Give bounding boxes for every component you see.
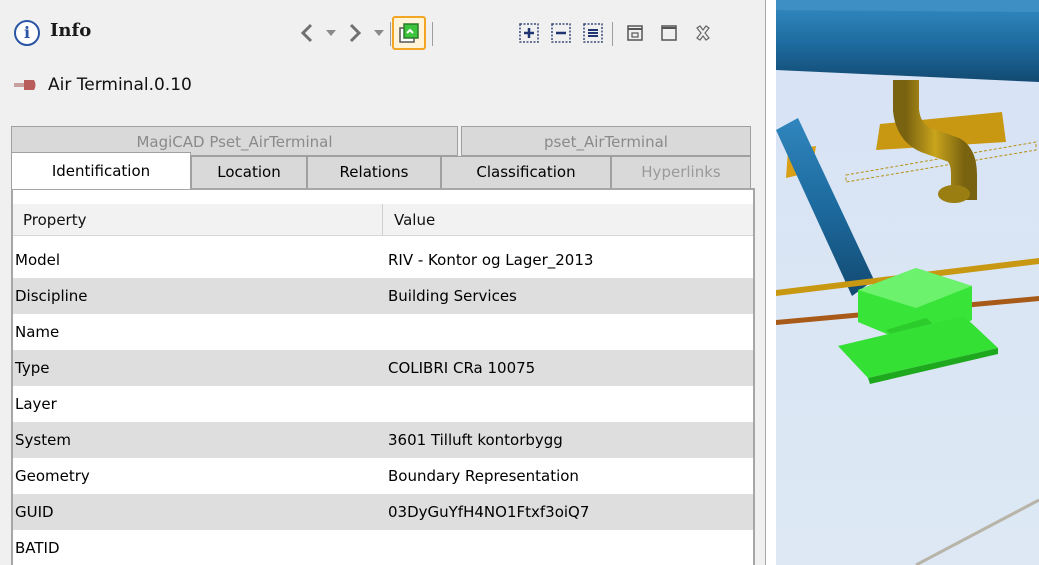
object-name: Air Terminal.0.10 (48, 75, 192, 95)
table-row[interactable]: BATID (13, 530, 753, 565)
tab-relations[interactable]: Relations (307, 156, 441, 188)
restore-icon (627, 25, 643, 41)
caret-down-icon (374, 30, 384, 36)
expand-all-button[interactable] (516, 18, 542, 48)
panel-title: Info (50, 20, 92, 41)
toolbar-separator (390, 22, 391, 46)
collapse-all-icon (551, 23, 571, 43)
tab-hyperlinks: Hyperlinks (611, 156, 751, 188)
column-header-property[interactable]: Property (13, 204, 383, 236)
table-row[interactable]: Name (13, 314, 753, 350)
3d-viewport[interactable] (776, 0, 1039, 565)
property-cell: System (15, 431, 71, 449)
property-cell: Discipline (15, 287, 88, 305)
tab-location[interactable]: Location (191, 156, 307, 188)
table-row[interactable]: Layer (13, 386, 753, 422)
property-cell: GUID (15, 503, 54, 521)
value-cell (388, 314, 748, 350)
forward-history-dropdown[interactable] (370, 18, 388, 48)
table-row[interactable]: Geometry Boundary Representation (13, 458, 753, 494)
info-icon: i (14, 20, 40, 46)
sync-selection-button[interactable] (392, 16, 426, 50)
value-cell: Boundary Representation (388, 467, 579, 485)
property-cell: Type (15, 359, 50, 377)
info-panel: i Info Air Terminal.0.10 MagiCAD Pset_Ai… (0, 0, 766, 565)
chevron-left-icon (300, 23, 313, 43)
expand-all-icon (519, 23, 539, 43)
value-cell: COLIBRI CRa 10075 (388, 359, 536, 377)
restore-button[interactable] (622, 18, 648, 48)
selected-object: Air Terminal.0.10 (14, 74, 192, 96)
main-duct[interactable] (776, 8, 1039, 82)
maximize-icon (661, 25, 677, 41)
table-row[interactable]: System 3601 Tilluft kontorbygg (13, 422, 753, 458)
back-button[interactable] (294, 18, 320, 48)
close-button[interactable] (690, 18, 716, 48)
property-cell: Name (15, 323, 60, 341)
value-cell (388, 530, 748, 565)
property-cell: Model (15, 251, 61, 269)
value-cell: 03DyGuYfH4NO1Ftxf3oiQ7 (388, 503, 590, 521)
value-cell (388, 386, 748, 422)
toolbar-separator (612, 22, 613, 46)
toolbar-separator (432, 22, 433, 46)
back-history-dropdown[interactable] (322, 18, 340, 48)
property-grid: Property Value Model RIV - Kontor og Lag… (11, 188, 755, 565)
list-view-button[interactable] (580, 18, 606, 48)
panel-titlebar: i Info (0, 0, 766, 68)
chevron-right-icon (349, 23, 362, 43)
table-row[interactable]: Discipline Building Services (13, 278, 753, 314)
table-row[interactable]: Type COLIBRI CRa 10075 (13, 350, 753, 386)
property-cell: Geometry (15, 467, 90, 485)
property-cell: BATID (15, 539, 60, 557)
sync-selection-icon (399, 23, 419, 43)
model-view-graphic (776, 0, 1039, 565)
table-row[interactable]: GUID 03DyGuYfH4NO1Ftxf3oiQ7 (13, 494, 753, 530)
value-cell: Building Services (388, 287, 517, 305)
value-cell: 3601 Tilluft kontorbygg (388, 431, 563, 449)
table-row[interactable]: Model RIV - Kontor og Lager_2013 (13, 242, 753, 278)
tab-identification[interactable]: Identification (11, 152, 191, 189)
property-cell: Layer (15, 395, 57, 413)
tab-classification[interactable]: Classification (441, 156, 611, 188)
maximize-button[interactable] (656, 18, 682, 48)
column-header-value[interactable]: Value (384, 204, 751, 236)
forward-button[interactable] (342, 18, 368, 48)
grid-header: Property Value (13, 204, 753, 236)
close-icon (696, 25, 710, 41)
caret-down-icon (326, 30, 336, 36)
value-cell: RIV - Kontor og Lager_2013 (388, 251, 594, 269)
list-view-icon (583, 23, 603, 43)
collapse-all-button[interactable] (548, 18, 574, 48)
tab-pset-airterminal[interactable]: pset_AirTerminal (461, 126, 751, 156)
air-terminal-icon (14, 80, 36, 90)
